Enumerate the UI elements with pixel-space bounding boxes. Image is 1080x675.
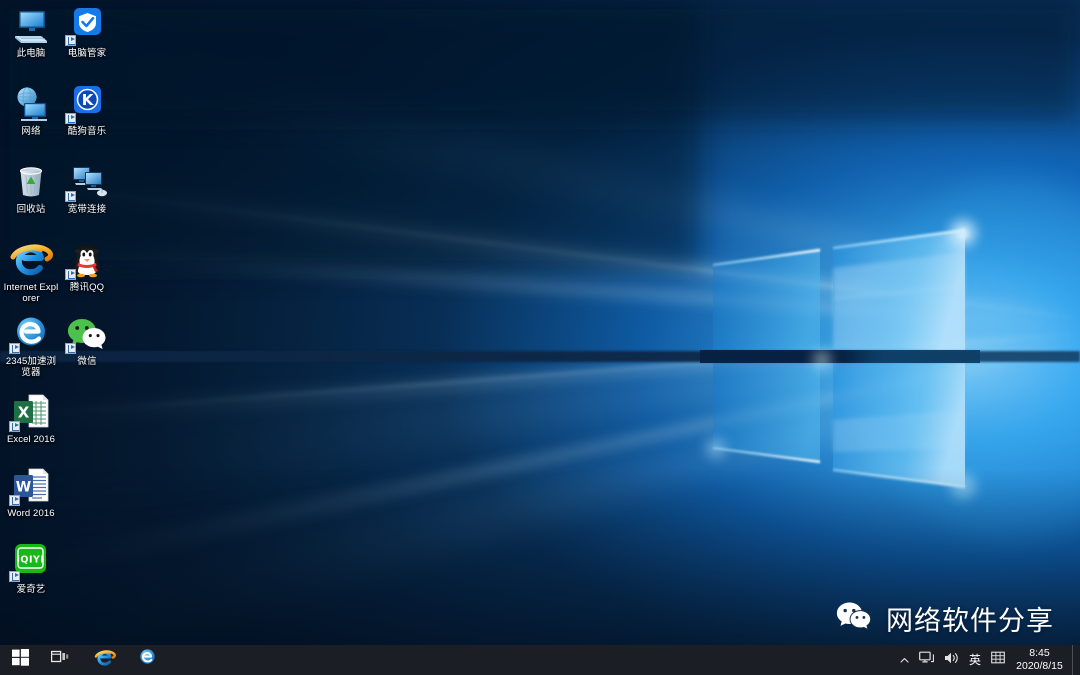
icon-label: Word 2016 [7, 508, 55, 519]
desktop-icon-this-pc[interactable]: 此电脑 [2, 6, 60, 59]
internet-explorer-icon [7, 240, 55, 280]
taskbar-app-browser-2345[interactable] [126, 645, 168, 675]
svg-text:K: K [82, 91, 95, 109]
icon-label: 微信 [77, 356, 97, 367]
icon-label: 酷狗音乐 [67, 126, 107, 137]
desktop-icon-iqiyi[interactable]: iQIYI 爱奇艺 [2, 542, 60, 595]
desktop-icon-broadband[interactable]: 宽带连接 [58, 162, 116, 215]
svg-text:X: X [18, 404, 30, 422]
desktop-icon-recycle-bin[interactable]: 回收站 [2, 162, 60, 215]
desktop-icon-word-2016[interactable]: W Word 2016 [2, 466, 60, 519]
icon-label: 回收站 [16, 204, 46, 215]
watermark: 网络软件分享 [832, 598, 1054, 639]
task-view-icon [50, 650, 69, 670]
icon-label: Internet Explorer [3, 282, 59, 304]
desktop-icon-kugou-music[interactable]: K 酷狗音乐 [58, 84, 116, 137]
tray-ime-indicator[interactable]: 英 [964, 645, 986, 675]
taskbar[interactable]: 英 8:45 2020/8/15 [0, 645, 1080, 675]
network-icon [919, 651, 934, 670]
svg-text:W: W [16, 480, 31, 496]
excel-icon: X [7, 392, 55, 432]
shortcut-badge-icon [9, 421, 20, 432]
chevron-up-icon [900, 651, 909, 669]
internet-explorer-icon [93, 647, 117, 674]
kugou-icon: K [63, 84, 111, 124]
icon-label: Excel 2016 [6, 434, 55, 445]
shortcut-badge-icon [9, 343, 20, 354]
shortcut-badge-icon [65, 113, 76, 124]
icon-label: 腾讯QQ [69, 282, 105, 293]
volume-icon [944, 651, 959, 670]
tray-overflow-button[interactable] [895, 645, 914, 675]
clock-time: 8:45 [1029, 647, 1050, 659]
pc-manager-icon [63, 6, 111, 46]
desktop-icon-network[interactable]: 网络 [2, 84, 60, 137]
desktop[interactable]: 此电脑 电脑管家 网络 K 酷狗音乐 回收站 宽带连接 Internet Exp… [0, 0, 1080, 675]
iqiyi-icon: iQIYI [7, 542, 55, 582]
system-tray: 英 8:45 2020/8/15 [895, 645, 1080, 675]
task-view-button[interactable] [40, 645, 80, 675]
windows-logo-icon [11, 649, 29, 671]
desktop-icon-tencent-qq[interactable]: 腾讯QQ [58, 240, 116, 293]
desktop-icon-grid: 此电脑 电脑管家 网络 K 酷狗音乐 回收站 宽带连接 Internet Exp… [0, 0, 120, 595]
svg-text:iQIYI: iQIYI [17, 555, 45, 566]
desktop-icon-pc-manager[interactable]: 电脑管家 [58, 6, 116, 59]
icon-label: 宽带连接 [67, 204, 107, 215]
watermark-text: 网络软件分享 [886, 606, 1054, 636]
wechat-icon [63, 314, 111, 354]
qq-penguin-icon [63, 240, 111, 280]
shortcut-badge-icon [65, 191, 76, 202]
show-desktop-button[interactable] [1072, 645, 1078, 675]
ime-language-label: 英 [968, 653, 981, 667]
icon-label: 此电脑 [16, 48, 46, 59]
taskbar-empty-area[interactable] [168, 645, 895, 675]
shortcut-badge-icon [65, 343, 76, 354]
icon-label: 爱奇艺 [16, 584, 46, 595]
shortcut-badge-icon [9, 495, 20, 506]
wechat-logo-icon [832, 598, 876, 639]
icon-label: 电脑管家 [67, 48, 107, 59]
browser-2345-icon [136, 647, 159, 673]
word-icon: W [7, 466, 55, 506]
desktop-icon-internet-explorer[interactable]: Internet Explorer [2, 240, 60, 304]
shortcut-badge-icon [9, 571, 20, 582]
clock-date: 2020/8/15 [1016, 660, 1063, 672]
desktop-icon-wechat[interactable]: 微信 [58, 314, 116, 367]
desktop-icon-excel-2016[interactable]: X Excel 2016 [2, 392, 60, 445]
shortcut-badge-icon [65, 269, 76, 280]
start-button[interactable] [0, 645, 40, 675]
recycle-bin-icon [7, 162, 55, 202]
broadband-icon [63, 162, 111, 202]
desktop-icon-browser-2345[interactable]: 2345加速浏览器 [2, 314, 60, 378]
taskbar-clock[interactable]: 8:45 2020/8/15 [1010, 645, 1072, 675]
tray-network-icon[interactable] [914, 645, 939, 675]
keyboard-icon [991, 651, 1005, 669]
monitor-icon [7, 6, 55, 46]
tray-volume-icon[interactable] [939, 645, 964, 675]
tray-ime-keyboard[interactable] [986, 645, 1010, 675]
network-icon [7, 84, 55, 124]
icon-label: 网络 [21, 126, 41, 137]
desktop-wallpaper [0, 0, 1080, 675]
browser-2345-icon [7, 314, 55, 354]
taskbar-pinned-apps [84, 645, 168, 675]
icon-label: 2345加速浏览器 [5, 356, 57, 378]
taskbar-app-internet-explorer[interactable] [84, 645, 126, 675]
shortcut-badge-icon [65, 35, 76, 46]
